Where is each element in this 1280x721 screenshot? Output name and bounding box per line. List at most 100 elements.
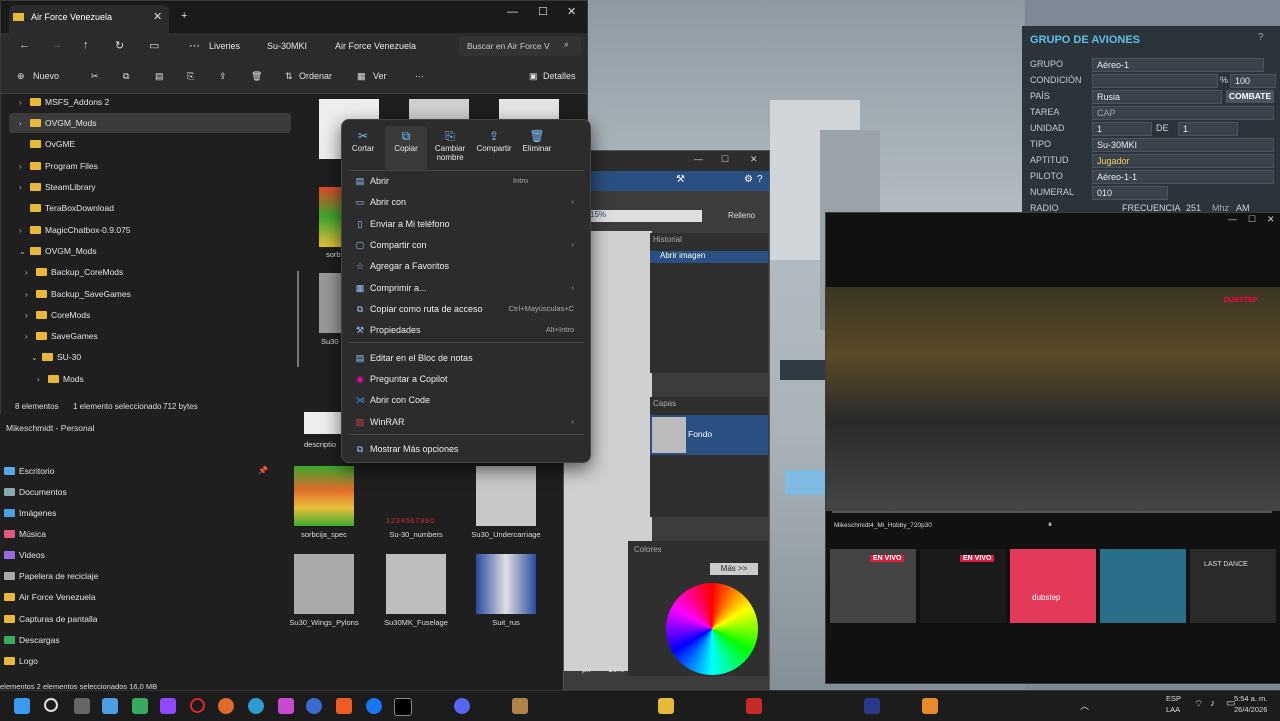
- close-icon[interactable]: ✕: [1267, 214, 1275, 225]
- menu-item-notepad[interactable]: ▤ Editar en el Bloc de notas: [348, 348, 584, 368]
- group-field[interactable]: Aéreo-1: [1092, 58, 1264, 72]
- app-icon[interactable]: [746, 698, 762, 714]
- settings-icon[interactable]: ⚙: [744, 174, 753, 185]
- edge-icon[interactable]: [248, 698, 264, 714]
- menu-item-open[interactable]: ▤ Abrir Intro: [348, 171, 584, 191]
- play-pause-icon[interactable]: ⏸: [1048, 520, 1052, 530]
- tree-item[interactable]: › MagicChatbox-0.9.075: [19, 223, 131, 237]
- windows-start-icon[interactable]: [14, 698, 30, 714]
- quick-item[interactable]: Capturas de pantalla: [4, 612, 97, 626]
- quick-item[interactable]: Imágenes: [4, 506, 56, 520]
- more-path-icon[interactable]: ⋯: [189, 39, 200, 52]
- file-thumb[interactable]: [409, 99, 469, 119]
- rename-action[interactable]: ⎘ Cambiar nombre: [428, 126, 472, 170]
- app-icon[interactable]: [512, 698, 528, 714]
- minimize-icon[interactable]: —: [1228, 214, 1237, 224]
- tree-item[interactable]: ⌄ SU-30: [31, 350, 81, 364]
- wifi-icon[interactable]: ⌔: [1194, 698, 1203, 711]
- task-view-icon[interactable]: [74, 698, 90, 714]
- type-select[interactable]: Su-30MKI: [1092, 138, 1274, 152]
- tree-item[interactable]: › Backup_CoreMods: [25, 265, 123, 279]
- combat-button[interactable]: COMBATE: [1226, 90, 1274, 103]
- quick-item[interactable]: Escritorio: [4, 464, 54, 478]
- file-thumb-su30[interactable]: [319, 273, 343, 333]
- more-colors-button[interactable]: Más >>: [710, 563, 758, 575]
- delete-action[interactable]: 🗑 Eliminar: [516, 126, 558, 170]
- copy-icon[interactable]: ⧉: [123, 71, 129, 82]
- file-thumb-sorbcija-spec[interactable]: [294, 466, 354, 526]
- details-button[interactable]: Detalles: [543, 71, 576, 81]
- paste-icon[interactable]: ▤: [155, 71, 164, 82]
- condition-slider[interactable]: [1092, 74, 1218, 88]
- menu-item-copy-path[interactable]: ⧉ Copiar como ruta de acceso Ctrl+Mayúscul…: [348, 299, 584, 319]
- firefox-icon[interactable]: [218, 698, 234, 714]
- file-thumb-wings[interactable]: [294, 554, 354, 614]
- sort-icon[interactable]: ⇅: [285, 71, 293, 82]
- tree-item[interactable]: › SteamLibrary: [19, 180, 96, 194]
- quick-item[interactable]: Descargas: [4, 633, 60, 647]
- file-explorer-icon[interactable]: [658, 698, 674, 714]
- file-thumb-description[interactable]: [304, 412, 344, 434]
- cut-action[interactable]: ✂ Cortar: [342, 126, 384, 170]
- app-icon[interactable]: [132, 698, 148, 714]
- zoom-bar[interactable]: 15%: [590, 210, 702, 222]
- discord-icon[interactable]: [454, 698, 470, 714]
- quick-item[interactable]: Videos: [4, 548, 45, 562]
- breadcrumb-current[interactable]: Air Force Venezuela: [335, 41, 416, 51]
- tree-item[interactable]: › CoreMods: [25, 308, 90, 322]
- volume-icon[interactable]: ♪: [1210, 698, 1215, 709]
- menu-item-compress[interactable]: ▦ Comprimir a... ›: [348, 278, 584, 298]
- quick-item[interactable]: Air Force Venezuela: [4, 590, 96, 604]
- stream-thumb-5[interactable]: LAST DANCE: [1190, 549, 1276, 623]
- menu-item-copilot[interactable]: ◉ Preguntar a Copilot: [348, 369, 584, 389]
- seek-bar[interactable]: [832, 511, 1272, 513]
- facebook-icon[interactable]: [366, 698, 382, 714]
- more-icon[interactable]: ⋯: [415, 71, 424, 82]
- menu-item-code[interactable]: ⋊ Abrir con Code: [348, 390, 584, 410]
- twitch-icon[interactable]: [160, 698, 176, 714]
- rename-icon[interactable]: ⎘: [187, 71, 194, 82]
- tree-item[interactable]: ⌄ OVGM_Mods: [19, 244, 97, 258]
- pc-icon[interactable]: ▭: [149, 39, 159, 52]
- unit-select[interactable]: px: [582, 665, 590, 674]
- search-icon[interactable]: [44, 698, 58, 712]
- maximize-icon[interactable]: ☐: [1248, 214, 1256, 225]
- color-wheel[interactable]: [666, 583, 758, 675]
- forward-icon[interactable]: →: [51, 39, 62, 51]
- menu-item-winrar[interactable]: ▧ WinRAR ›: [348, 412, 584, 432]
- view-icon[interactable]: ▦: [357, 71, 366, 82]
- cut-icon[interactable]: ✂: [91, 71, 99, 82]
- unit-stepper[interactable]: 1: [1092, 122, 1152, 136]
- stream-thumb-2[interactable]: EN VIVO: [920, 549, 1006, 623]
- numeral-field[interactable]: 010: [1092, 186, 1168, 200]
- file-thumb[interactable]: [499, 99, 559, 119]
- delete-icon[interactable]: 🗑: [251, 71, 262, 82]
- close-icon[interactable]: ✕: [750, 154, 758, 165]
- file-thumb-undercarriage[interactable]: [476, 466, 536, 526]
- new-button[interactable]: Nuevo: [33, 71, 59, 81]
- share-icon[interactable]: ⇪: [219, 71, 227, 82]
- onedrive-header[interactable]: Mikeschmidt - Personal: [6, 423, 94, 433]
- menu-item-favorites[interactable]: ☆ Agregar a Favoritos: [348, 256, 584, 276]
- pin-icon[interactable]: 📌: [258, 466, 268, 475]
- task-select[interactable]: CAP: [1092, 106, 1274, 120]
- pilot-field[interactable]: Aéreo-1-1: [1092, 170, 1274, 184]
- tree-item[interactable]: › MSFS_Addons 2: [19, 95, 109, 109]
- stream-thumb-dubstep[interactable]: dubstep: [1010, 549, 1096, 623]
- new-icon[interactable]: ⊕: [17, 71, 25, 82]
- app-icon[interactable]: [306, 698, 322, 714]
- brave-icon[interactable]: [336, 698, 352, 714]
- history-item[interactable]: Abrir imagen: [650, 251, 768, 263]
- tree-item[interactable]: › Program Files: [19, 159, 98, 173]
- maximize-icon[interactable]: ☐: [538, 5, 548, 18]
- tools-icon[interactable]: ⚒: [676, 174, 685, 185]
- tree-item[interactable]: › OVGM_Mods: [19, 116, 97, 130]
- copy-action[interactable]: ⧉ Copiar: [385, 126, 427, 170]
- stream-thumb-1[interactable]: EN VIVO: [830, 549, 916, 623]
- skill-select[interactable]: Jugador: [1092, 154, 1274, 168]
- tree-item[interactable]: › Backup_SaveGames: [25, 287, 131, 301]
- country-select[interactable]: Rusia: [1092, 90, 1222, 104]
- scrollbar[interactable]: [297, 271, 299, 367]
- clock-time[interactable]: 5:54 a. m.: [1234, 694, 1267, 703]
- app-icon[interactable]: [278, 698, 294, 714]
